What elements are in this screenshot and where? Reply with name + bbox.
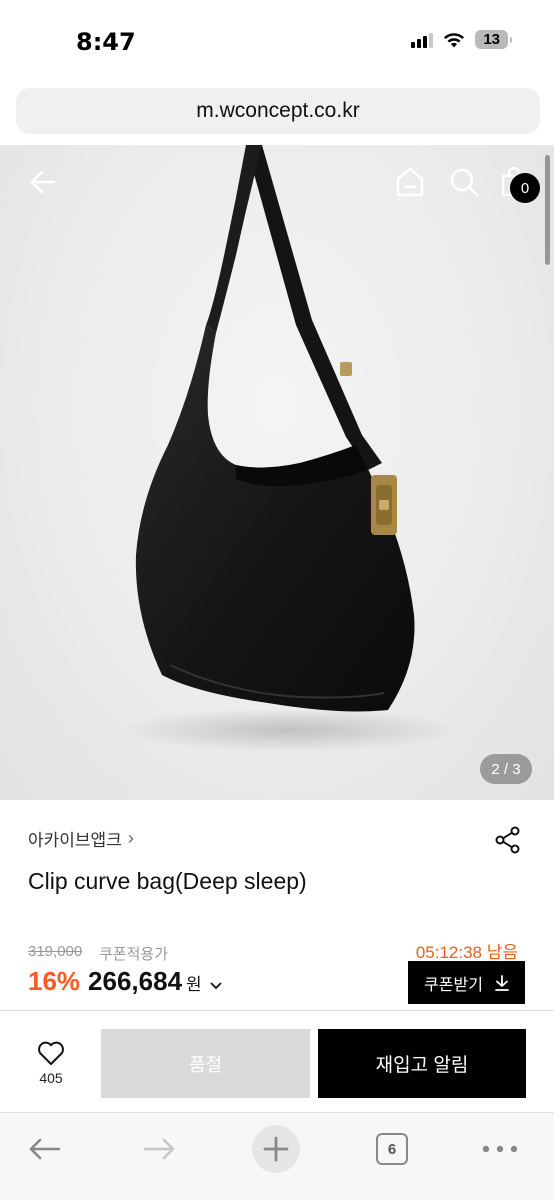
share-icon[interactable] <box>494 826 522 854</box>
divider <box>0 1010 554 1011</box>
download-icon <box>495 974 509 991</box>
url-text: m.wconcept.co.kr <box>196 99 360 122</box>
browser-toolbar: 6 <box>0 1113 554 1200</box>
coupon-button-label: 쿠폰받기 <box>424 976 483 994</box>
signal-icon <box>411 32 434 48</box>
product-image-gallery[interactable]: 0 2 / 3 <box>0 145 554 800</box>
back-arrow-icon[interactable] <box>26 165 60 199</box>
url-bar[interactable]: m.wconcept.co.kr <box>16 88 540 134</box>
plus-icon <box>263 1136 289 1162</box>
countdown-timer: 05:12:38 남음 <box>415 943 518 962</box>
brand-link[interactable]: 아카이브앱크 › <box>28 826 134 851</box>
wish-count: 405 <box>39 1070 63 1086</box>
tab-count: 6 <box>376 1133 408 1165</box>
discount-rate: 16% <box>28 966 81 996</box>
arrow-left-icon <box>29 1138 61 1160</box>
chevron-right-icon: › <box>127 828 134 848</box>
cart-count-badge: 0 <box>510 173 540 203</box>
more-menu-button[interactable] <box>478 1127 522 1171</box>
new-tab-button[interactable] <box>252 1125 300 1173</box>
more-dots-icon <box>482 1145 518 1153</box>
status-bar: 8:47 13 <box>0 0 554 80</box>
original-price: 319,000 <box>28 943 83 960</box>
product-image <box>120 145 460 752</box>
wifi-icon <box>444 32 465 47</box>
price-detail-toggle[interactable]: 16% 266,684 원 <box>28 966 222 997</box>
arrow-right-icon <box>143 1138 175 1160</box>
wishlist-button[interactable]: 405 <box>24 1040 78 1094</box>
currency-unit: 원 <box>186 975 202 994</box>
chevron-down-icon <box>210 977 222 994</box>
heart-icon <box>38 1041 64 1065</box>
tabs-button[interactable]: 6 <box>370 1127 414 1171</box>
home-icon[interactable] <box>394 165 426 199</box>
status-icons: 13 <box>411 30 512 49</box>
browser-back-button[interactable] <box>22 1127 66 1171</box>
coupon-price-label: 쿠폰적용가 <box>99 946 169 963</box>
gallery-page-indicator: 2 / 3 <box>480 754 532 784</box>
restock-alert-button[interactable]: 재입고 알림 <box>318 1029 526 1098</box>
scroll-indicator[interactable] <box>545 155 550 265</box>
product-title: Clip curve bag(Deep sleep) <box>28 868 307 894</box>
battery-indicator: 13 <box>475 30 512 49</box>
brand-name: 아카이브앱크 <box>28 831 122 850</box>
coupon-download-button[interactable]: 쿠폰받기 <box>408 961 525 1004</box>
browser-forward-button[interactable] <box>138 1127 182 1171</box>
soldout-button: 품절 <box>101 1029 310 1098</box>
status-time: 8:47 <box>76 28 136 56</box>
sale-price: 266,684 <box>88 966 183 996</box>
search-icon[interactable] <box>448 165 480 199</box>
